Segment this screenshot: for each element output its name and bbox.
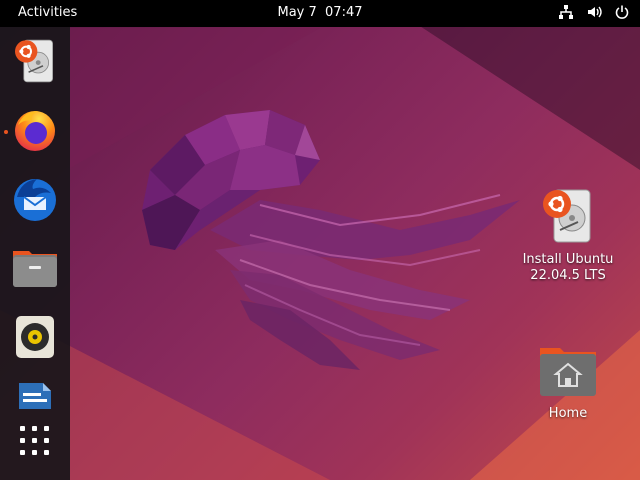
dock-item-firefox[interactable] bbox=[9, 106, 61, 158]
volume-icon[interactable] bbox=[586, 4, 602, 20]
desktop-icon-label: Install Ubuntu bbox=[522, 252, 614, 267]
dock-item-libreoffice-writer[interactable] bbox=[9, 379, 61, 409]
ubuntu-installer-icon bbox=[12, 37, 58, 89]
power-icon[interactable] bbox=[614, 4, 630, 20]
firefox-icon bbox=[12, 107, 58, 157]
home-folder-icon bbox=[536, 338, 600, 402]
show-apps-button[interactable] bbox=[9, 417, 61, 469]
activities-button[interactable]: Activities bbox=[18, 5, 77, 20]
dock-item-files[interactable] bbox=[9, 244, 61, 296]
clock-date: May 7 bbox=[277, 5, 317, 20]
desktop-icon-install-ubuntu[interactable]: Install Ubuntu 22.04.5 LTS bbox=[513, 184, 623, 284]
rhythmbox-icon bbox=[15, 315, 55, 363]
libreoffice-writer-icon bbox=[15, 379, 55, 413]
thunderbird-icon bbox=[11, 175, 59, 227]
dock-item-thunderbird[interactable] bbox=[9, 175, 61, 227]
network-wired-icon[interactable] bbox=[558, 4, 574, 20]
clock: May 7 07:47 bbox=[0, 5, 640, 20]
files-icon bbox=[12, 248, 58, 292]
app-grid-icon bbox=[18, 424, 52, 462]
desktop-background[interactable]: Install Ubuntu 22.04.5 LTS Home bbox=[0, 0, 640, 480]
ubuntu-installer-icon bbox=[536, 184, 600, 248]
desktop-icon-home[interactable]: Home bbox=[513, 338, 623, 422]
desktop-icon-label: Home bbox=[548, 406, 588, 421]
clock-time: 07:47 bbox=[325, 5, 363, 20]
clock-button[interactable]: May 7 07:47 bbox=[277, 5, 362, 20]
dock-item-rhythmbox[interactable] bbox=[9, 313, 61, 365]
top-bar: Activities May 7 07:47 bbox=[0, 0, 640, 27]
system-tray[interactable] bbox=[558, 4, 630, 20]
running-indicator bbox=[4, 130, 8, 134]
dock-item-install-ubuntu[interactable] bbox=[9, 37, 61, 89]
desktop-icon-label: 22.04.5 LTS bbox=[530, 268, 606, 283]
dock bbox=[0, 27, 70, 480]
